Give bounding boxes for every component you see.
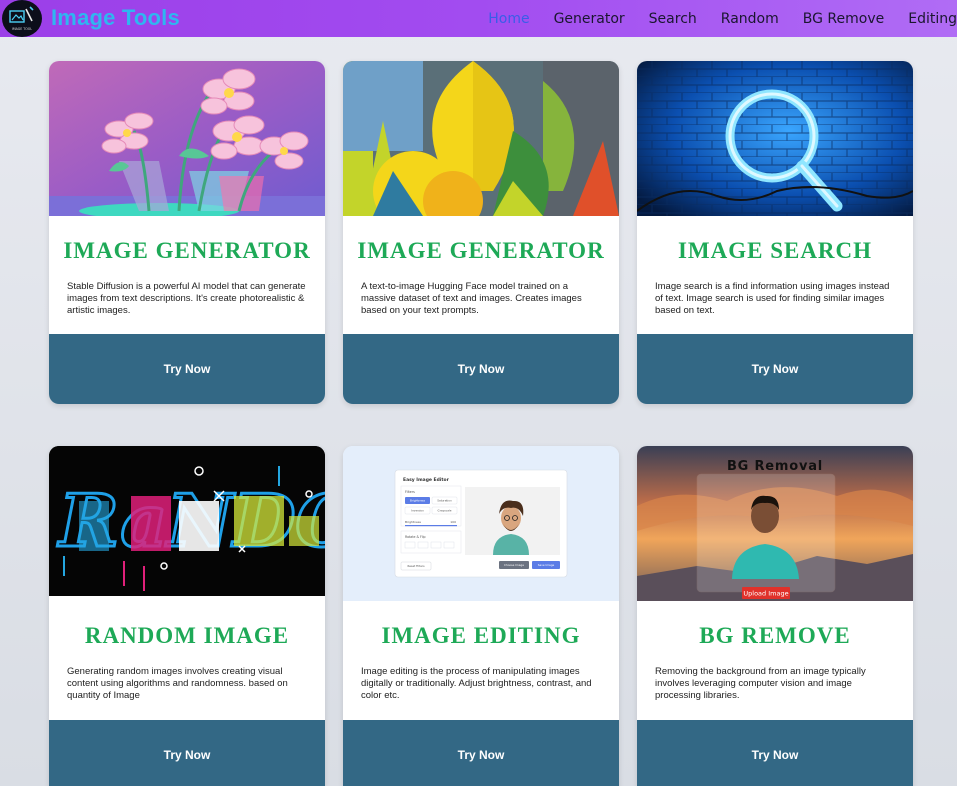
svg-text:IMAGE TOOL: IMAGE TOOL xyxy=(12,27,32,31)
nav-links: Home Generator Search Random BG Remove E… xyxy=(464,0,957,37)
upload-image-label: Upload Image xyxy=(743,590,788,598)
card-bg-remove: BG Removal Upload Image BG REMOVE Removi… xyxy=(637,446,913,786)
card-description: A text-to-image Hugging Face model train… xyxy=(361,281,582,316)
nav-bg-remove[interactable]: BG Remove xyxy=(803,11,884,27)
random-art-image: RaNDOM. xyxy=(49,446,325,596)
card-title: IMAGE GENERATOR xyxy=(357,238,605,263)
svg-text:Brightness: Brightness xyxy=(410,499,425,503)
nav-editing[interactable]: Editing xyxy=(908,11,957,27)
svg-text:Rotate & Flip: Rotate & Flip xyxy=(405,535,426,539)
editor-preview-image: Easy Image Editor Filters Brightness Sat… xyxy=(343,446,619,601)
try-now-button[interactable]: Try Now xyxy=(49,334,325,404)
try-now-button[interactable]: Try Now xyxy=(637,334,913,404)
brand-title: Image Tools xyxy=(51,5,180,30)
card-description: Generating random images involves creati… xyxy=(67,666,288,701)
bg-removal-heading: BG Removal xyxy=(727,459,823,474)
card-title: RANDOM IMAGE xyxy=(84,623,290,648)
try-now-button[interactable]: Try Now xyxy=(637,720,913,786)
card-image-generator-1: IMAGE GENERATOR Stable Diffusion is a po… xyxy=(49,61,325,404)
svg-text:Choose Image: Choose Image xyxy=(504,563,524,567)
card-description: Image editing is the process of manipula… xyxy=(361,666,592,701)
card-title: IMAGE EDITING xyxy=(381,623,581,648)
navbar: IMAGE TOOL Image Tools Home Generator Se… xyxy=(0,0,957,37)
card-image-search: IMAGE SEARCH Image search is a find info… xyxy=(637,61,913,404)
svg-text:Filters: Filters xyxy=(405,490,415,494)
card-description: Stable Diffusion is a powerful AI model … xyxy=(67,281,306,316)
card-random-image: RaNDOM. RANDOM IMAGE Generating random i… xyxy=(49,446,325,786)
neon-search-image xyxy=(637,61,913,216)
card-title: IMAGE SEARCH xyxy=(677,238,873,263)
app-logo[interactable]: IMAGE TOOL xyxy=(2,0,42,37)
try-now-button[interactable]: Try Now xyxy=(49,720,325,786)
editor-title: Easy Image Editor xyxy=(403,477,450,483)
try-now-button[interactable]: Try Now xyxy=(343,334,619,404)
nav-random[interactable]: Random xyxy=(721,11,779,27)
svg-text:Saturation: Saturation xyxy=(437,499,452,503)
svg-text:Inversion: Inversion xyxy=(411,509,424,513)
logo-icon: IMAGE TOOL xyxy=(9,5,34,31)
try-now-button[interactable]: Try Now xyxy=(343,720,619,786)
card-image-generator-2: IMAGE GENERATOR A text-to-image Hugging … xyxy=(343,61,619,404)
card-image-editing: Easy Image Editor Filters Brightness Sat… xyxy=(343,446,619,786)
nav-generator[interactable]: Generator xyxy=(554,11,625,27)
svg-text:100: 100 xyxy=(450,520,456,524)
bg-removal-image: BG Removal Upload Image xyxy=(637,446,913,601)
card-title: BG REMOVE xyxy=(699,623,851,648)
svg-text:Save Image: Save Image xyxy=(538,563,555,567)
card-title: IMAGE GENERATOR xyxy=(63,238,311,263)
card-description: Image search is a find information using… xyxy=(655,281,890,316)
card-description: Removing the background from an image ty… xyxy=(655,666,866,701)
nav-home[interactable]: Home xyxy=(488,11,529,27)
svg-text:Brightness: Brightness xyxy=(405,520,421,524)
svg-text:Reset Filters: Reset Filters xyxy=(407,564,425,568)
flowers-image xyxy=(49,61,325,216)
abstract-art-image xyxy=(343,61,619,216)
svg-text:Grayscale: Grayscale xyxy=(438,509,452,513)
nav-search[interactable]: Search xyxy=(649,11,697,27)
